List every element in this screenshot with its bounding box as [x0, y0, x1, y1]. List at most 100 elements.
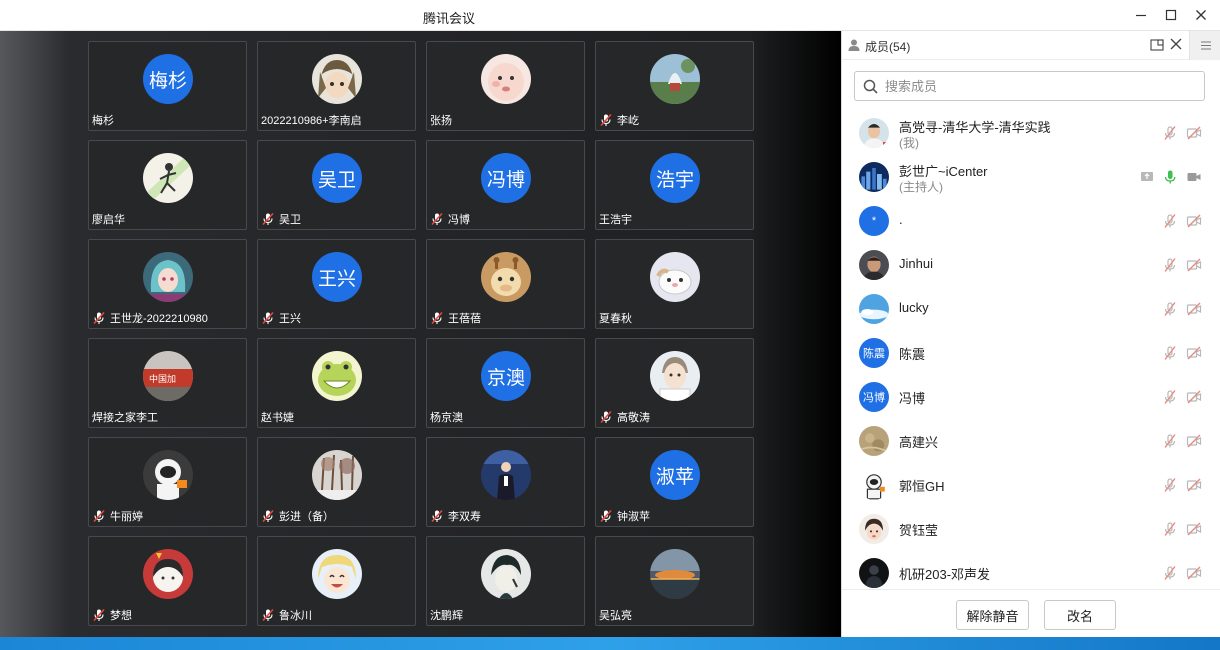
mic-muted-icon[interactable] — [1162, 125, 1178, 141]
members-panel: 成员(54) 高党寻-清华大学-清华实践(我)彭世广~iCenter(主持人)*… — [841, 31, 1220, 637]
video-tile[interactable]: 高敬涛 — [595, 338, 754, 428]
participant-avatar: 王兴 — [312, 252, 362, 302]
member-row[interactable]: 高建兴 — [842, 419, 1220, 463]
video-off-icon[interactable] — [1186, 213, 1202, 229]
video-off-icon[interactable] — [1186, 433, 1202, 449]
video-off-icon[interactable] — [1186, 477, 1202, 493]
member-search-box[interactable] — [854, 71, 1205, 101]
member-row[interactable]: Jinhui — [842, 243, 1220, 287]
title-bar: 腾讯会议 — [0, 0, 1220, 31]
video-tile[interactable]: 2022210986+李南启 — [257, 41, 416, 131]
minimize-icon — [1136, 14, 1146, 17]
svg-text:中国加: 中国加 — [149, 373, 176, 385]
video-tile[interactable]: 京澳 杨京澳 — [426, 338, 585, 428]
popout-icon[interactable] — [1149, 37, 1165, 53]
video-tile[interactable]: 王兴 王兴 — [257, 239, 416, 329]
member-row[interactable]: 彭世广~iCenter (主持人) — [842, 155, 1220, 199]
video-tile[interactable]: 张扬 — [426, 41, 585, 131]
participant-avatar — [481, 450, 531, 500]
member-row[interactable]: 机研203-邓声发 — [842, 551, 1220, 589]
member-row[interactable]: 冯博 冯博 — [842, 375, 1220, 419]
mic-muted-icon[interactable] — [1162, 213, 1178, 229]
member-row[interactable]: lucky — [842, 287, 1220, 331]
close-icon — [1196, 10, 1206, 20]
video-tile[interactable]: 淑苹 钟淑苹 — [595, 437, 754, 527]
mic-muted-icon[interactable] — [1162, 477, 1178, 493]
video-tile[interactable]: 夏春秋 — [595, 239, 754, 329]
video-tile[interactable]: 彭进（备） — [257, 437, 416, 527]
participant-name: 焊接之家李工 — [92, 412, 158, 424]
mic-muted-icon[interactable] — [1162, 433, 1178, 449]
video-tile[interactable]: 李屹 — [595, 41, 754, 131]
tile-name-row: 彭进（备） — [261, 508, 334, 524]
participant-name: 沈鹏辉 — [430, 610, 463, 622]
rename-button[interactable]: 改名 — [1044, 600, 1116, 630]
video-tile[interactable]: 吴弘亮 — [595, 536, 754, 626]
mic-muted-icon[interactable] — [1162, 301, 1178, 317]
member-avatar — [859, 162, 889, 192]
taskbar-strip — [0, 637, 1220, 650]
video-off-icon[interactable] — [1186, 301, 1202, 317]
member-row[interactable]: 贺钰莹 — [842, 507, 1220, 551]
mic-muted-icon[interactable] — [1162, 521, 1178, 537]
video-tile[interactable]: 梅杉 梅杉 — [88, 41, 247, 131]
tile-name-row: 杨京澳 — [430, 409, 463, 425]
member-avatar: 冯博 — [859, 382, 889, 412]
close-window-button[interactable] — [1189, 4, 1213, 26]
participant-name: 王浩宇 — [599, 214, 632, 226]
screen-share-icon[interactable] — [1139, 169, 1155, 185]
member-row[interactable]: *. — [842, 199, 1220, 243]
video-off-icon[interactable] — [1186, 345, 1202, 361]
member-row[interactable]: 高党寻-清华大学-清华实践 (我) — [842, 111, 1220, 155]
video-tile[interactable]: 浩宇王浩宇 — [595, 140, 754, 230]
maximize-button[interactable] — [1159, 4, 1183, 26]
video-icon[interactable] — [1186, 169, 1202, 185]
member-name: 贺钰莹 — [899, 523, 939, 538]
video-off-icon[interactable] — [1186, 125, 1202, 141]
participant-avatar — [650, 549, 700, 599]
participant-avatar — [312, 54, 362, 104]
member-row[interactable]: 郭恒GH — [842, 463, 1220, 507]
video-tile[interactable]: 吴卫 吴卫 — [257, 140, 416, 230]
participant-avatar: 浩宇 — [650, 153, 700, 203]
video-tile[interactable]: 梦想 — [88, 536, 247, 626]
unmute-button[interactable]: 解除静音 — [956, 600, 1029, 630]
mic-muted-icon[interactable] — [1162, 389, 1178, 405]
mic-muted-icon[interactable] — [1162, 565, 1178, 581]
mic-muted-icon — [430, 212, 444, 226]
video-tile[interactable]: 王蓓蓓 — [426, 239, 585, 329]
member-search-input[interactable] — [885, 78, 1185, 94]
close-panel-icon[interactable] — [1168, 36, 1184, 52]
member-avatar — [859, 118, 889, 148]
video-off-icon[interactable] — [1186, 389, 1202, 405]
video-tile[interactable]: 沈鹏辉 — [426, 536, 585, 626]
video-off-icon[interactable] — [1186, 257, 1202, 273]
maximize-icon — [1165, 9, 1177, 21]
video-tile[interactable]: 牛丽婷 — [88, 437, 247, 527]
video-tile[interactable]: 中国加焊接之家李工 — [88, 338, 247, 428]
mic-muted-icon[interactable] — [1162, 257, 1178, 273]
tile-name-row: 钟淑苹 — [599, 508, 650, 524]
tile-name-row: 梦想 — [92, 607, 132, 623]
video-tile[interactable]: 赵书婕 — [257, 338, 416, 428]
video-tile[interactable]: 鲁冰川 — [257, 536, 416, 626]
tile-name-row: 王世龙-2022210980 — [92, 310, 208, 326]
mic-muted-icon — [599, 410, 613, 424]
participant-avatar: 吴卫 — [312, 153, 362, 203]
participant-name: 廖启华 — [92, 214, 125, 226]
participant-avatar — [481, 54, 531, 104]
participant-name: 钟淑苹 — [617, 511, 650, 523]
video-off-icon[interactable] — [1186, 565, 1202, 581]
mic-muted-icon[interactable] — [1162, 345, 1178, 361]
video-tile[interactable]: 冯博 冯博 — [426, 140, 585, 230]
mic-on-icon[interactable] — [1162, 169, 1178, 185]
video-tile[interactable]: 王世龙-2022210980 — [88, 239, 247, 329]
panel-menu-button[interactable] — [1189, 31, 1220, 60]
participant-name: 王兴 — [279, 313, 301, 325]
participant-name: 张扬 — [430, 115, 452, 127]
minimize-button[interactable] — [1129, 4, 1153, 26]
video-off-icon[interactable] — [1186, 521, 1202, 537]
video-tile[interactable]: 李双寿 — [426, 437, 585, 527]
member-row[interactable]: 陈震 陈震 — [842, 331, 1220, 375]
video-tile[interactable]: 廖启华 — [88, 140, 247, 230]
